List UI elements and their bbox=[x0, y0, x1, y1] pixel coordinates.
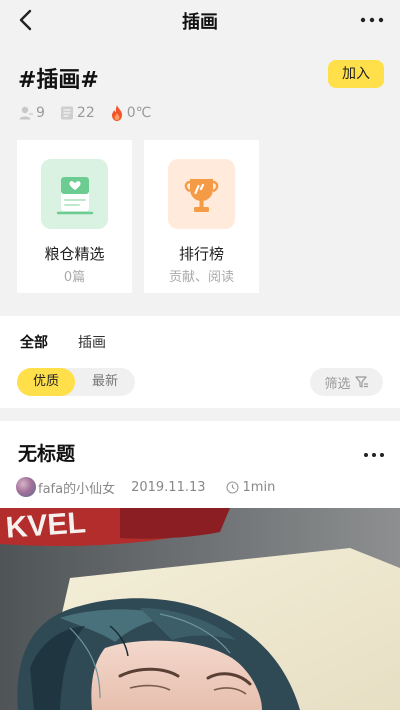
members-stat: 9 bbox=[18, 105, 45, 121]
photo-caption: KVEL bbox=[5, 508, 87, 545]
illustration-artwork: KVEL bbox=[0, 508, 400, 710]
read-time: 1min bbox=[225, 479, 276, 495]
posts-count: 22 bbox=[76, 105, 95, 121]
avatar[interactable] bbox=[16, 477, 36, 497]
post-title: 无标题 bbox=[18, 443, 76, 465]
tab-all[interactable]: 全部 bbox=[20, 332, 48, 355]
topic-title: #插画# bbox=[18, 68, 99, 93]
topic-stats: 9 22 0℃ bbox=[18, 102, 165, 124]
read-time-value: 1min bbox=[242, 479, 276, 495]
post-card[interactable]: 无标题 fafa的小仙女 2019.11.13 1min KVEL bbox=[0, 421, 400, 710]
tab-illustration[interactable]: 插画 bbox=[78, 332, 106, 352]
more-icon[interactable] bbox=[358, 6, 386, 34]
post-image[interactable]: KVEL bbox=[0, 508, 400, 710]
featured-icon-tile bbox=[41, 159, 108, 229]
user-icon bbox=[19, 106, 33, 120]
card-featured-title: 粮仓精选 bbox=[44, 245, 105, 263]
join-button[interactable]: 加入 bbox=[328, 60, 384, 88]
document-icon bbox=[60, 106, 73, 120]
heat-stat: 0℃ bbox=[109, 104, 152, 122]
sort-quality-button[interactable]: 优质 bbox=[17, 368, 75, 396]
card-ranking-sub: 贡献、阅读 bbox=[168, 270, 234, 285]
post-meta: fafa的小仙女 2019.11.13 1min bbox=[16, 477, 275, 497]
posts-stat: 22 bbox=[59, 105, 95, 121]
filter-button[interactable]: 筛选 bbox=[310, 368, 383, 396]
card-featured[interactable]: 粮仓精选 0篇 bbox=[17, 140, 132, 293]
top-bar: 插画 bbox=[0, 0, 400, 40]
tab-all-label: 全部 bbox=[20, 335, 48, 351]
card-featured-sub: 0篇 bbox=[63, 270, 86, 285]
post-date: 2019.11.13 bbox=[131, 479, 206, 495]
ranking-icon-tile bbox=[168, 159, 235, 229]
sort-latest-button[interactable]: 最新 bbox=[75, 368, 135, 396]
tabs-panel: 全部 插画 优质 最新 筛选 bbox=[0, 316, 400, 408]
page-title: 插画 bbox=[182, 12, 218, 33]
post-more-icon[interactable] bbox=[362, 445, 386, 465]
heat-value: 0℃ bbox=[126, 105, 152, 121]
trophy-icon bbox=[184, 179, 219, 212]
card-ranking[interactable]: 排行榜 贡献、阅读 bbox=[144, 140, 259, 293]
filter-icon bbox=[354, 376, 368, 388]
post-author[interactable]: fafa的小仙女 bbox=[38, 478, 115, 497]
filter-label: 筛选 bbox=[324, 376, 351, 392]
fire-icon bbox=[111, 105, 122, 121]
sort-toggle: 优质 最新 bbox=[17, 368, 135, 396]
document-heart-icon bbox=[56, 177, 94, 215]
card-ranking-title: 排行榜 bbox=[178, 245, 224, 263]
members-count: 9 bbox=[36, 105, 45, 121]
clock-icon bbox=[225, 480, 239, 494]
